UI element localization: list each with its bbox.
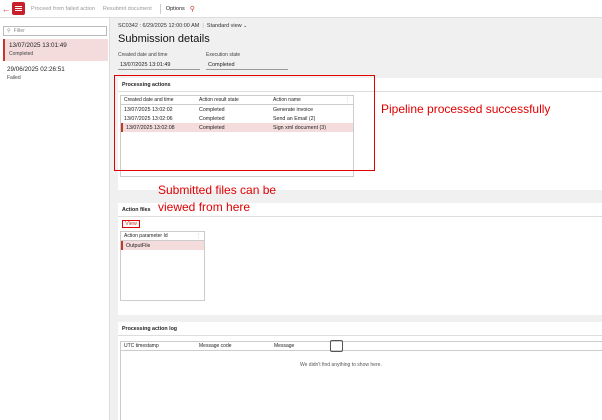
- state-label: Execution state: [206, 52, 241, 58]
- resubmit-document-button[interactable]: Resubmit document: [103, 6, 152, 12]
- created-field[interactable]: 13/07/2025 13:01:49: [118, 60, 200, 70]
- record-status: Completed: [9, 51, 34, 57]
- record-date: 13/07/2025 13:01:49: [9, 42, 67, 49]
- cell: OutputFile: [126, 242, 151, 249]
- action-files-title: Action files: [122, 207, 151, 213]
- processing-log-card: Processing action log UTC timestamp Mess…: [118, 322, 602, 420]
- state-field[interactable]: Completed: [206, 60, 288, 70]
- card-divider: [118, 335, 602, 336]
- proceed-from-failed-action-button[interactable]: Proceed from failed action: [31, 6, 95, 12]
- filter-input[interactable]: ⚲ Filter: [3, 26, 107, 36]
- column-header[interactable]: Message code: [196, 343, 271, 349]
- record-item-selected[interactable]: 13/07/2025 13:01:49 Completed: [3, 39, 108, 61]
- column-header[interactable]: Action parameter Id: [121, 233, 168, 239]
- back-arrow-icon[interactable]: ←: [0, 0, 12, 18]
- more-options-icon[interactable]: ⋮: [196, 233, 201, 239]
- page-title: Submission details: [118, 33, 210, 45]
- view-button[interactable]: View: [122, 220, 140, 228]
- record-id: SC0342 : 6/29/2025 12:00:00 AM: [118, 23, 200, 29]
- empty-state-text: We didn't find anything to show here.: [300, 362, 382, 368]
- breadcrumb: SC0342 : 6/29/2025 12:00:00 AM | Standard …: [118, 23, 248, 29]
- record-date: 29/06/2025 02:26:51: [7, 66, 65, 73]
- column-header[interactable]: UTC timestamp: [121, 343, 196, 349]
- view-selector[interactable]: Standard view: [207, 23, 242, 29]
- record-list-pane: ⚲ Filter 13/07/2025 13:01:49 Completed 2…: [0, 18, 110, 420]
- annotation-box: [114, 75, 375, 171]
- created-label: Created date and time: [118, 52, 168, 58]
- grid-header: Action parameter Id ⋮: [121, 232, 204, 241]
- annotation-pipeline: Pipeline processed successfully: [381, 102, 551, 116]
- filter-placeholder: Filter: [13, 28, 25, 34]
- options-menu-button[interactable]: Options: [166, 6, 185, 12]
- toolbar-divider: [159, 3, 161, 14]
- filter-search-icon: ⚲: [7, 28, 11, 34]
- annotation-files-line2: viewed from here: [158, 200, 251, 214]
- annotation-files-line1: Submitted files can be: [158, 183, 277, 197]
- action-files-card: Action files View Action parameter Id ⋮ …: [118, 203, 602, 315]
- record-status: Failed: [7, 75, 21, 81]
- processing-log-grid: UTC timestamp Message code Message: [120, 341, 602, 420]
- empty-box-icon: [330, 340, 343, 352]
- record-item[interactable]: 29/06/2025 02:26:51 Failed: [3, 63, 108, 85]
- processing-log-title: Processing action log: [122, 326, 178, 332]
- card-divider: [118, 216, 602, 217]
- chevron-down-icon[interactable]: ⌄: [243, 23, 247, 29]
- top-toolbar: ← Proceed from failed action Resubmit do…: [0, 0, 602, 18]
- document-list-icon[interactable]: [12, 2, 25, 15]
- table-row-selected[interactable]: OutputFile: [121, 241, 204, 250]
- search-icon[interactable]: ⚲: [190, 5, 195, 13]
- action-files-grid: Action parameter Id ⋮ OutputFile: [120, 231, 205, 301]
- grid-header: UTC timestamp Message code Message: [121, 342, 602, 351]
